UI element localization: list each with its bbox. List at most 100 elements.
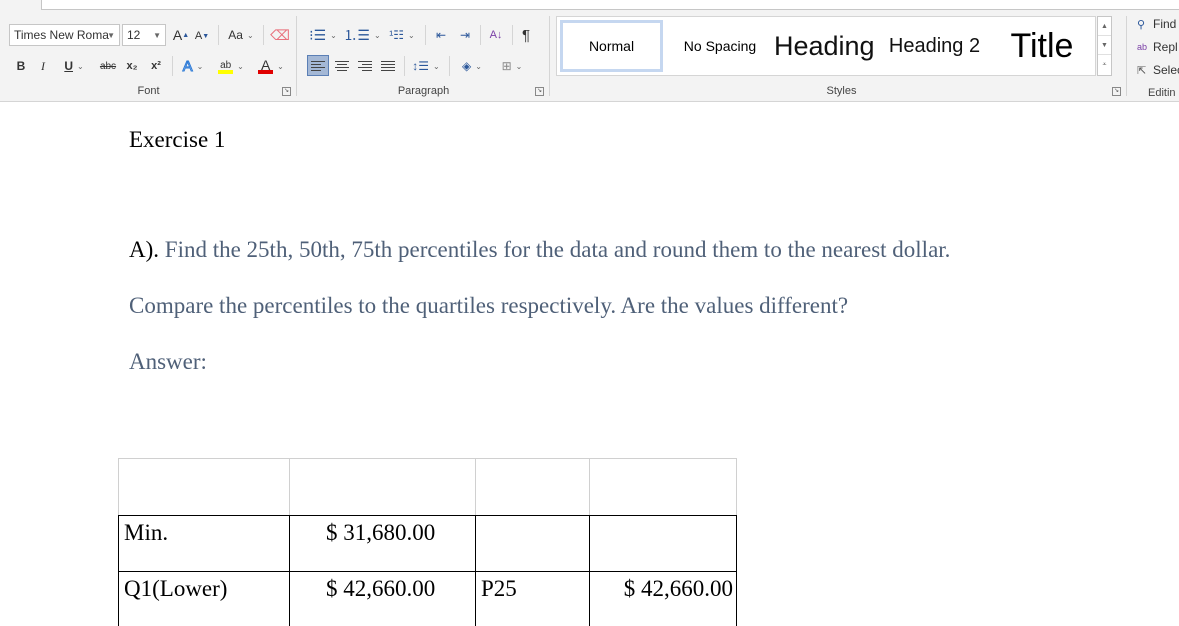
strikethrough-icon: abc xyxy=(99,60,117,72)
multilevel-list-button[interactable]: ¹☷ ⌄ xyxy=(385,24,419,46)
table-cell[interactable]: Min. xyxy=(118,515,290,572)
paragraph-group-label: Paragraph xyxy=(397,85,450,97)
tab-strip xyxy=(41,0,1179,10)
chevron-down-icon: ⌄ xyxy=(196,61,204,71)
underline-icon: U xyxy=(64,59,73,73)
subscript-icon: x₂ xyxy=(126,60,138,72)
grow-font-icon: A xyxy=(172,27,183,43)
table-cell[interactable] xyxy=(475,458,590,516)
increase-indent-icon: ⇥ xyxy=(459,28,471,42)
question-text: Find the 25th, 50th, 75th percentiles fo… xyxy=(159,237,951,262)
table-row xyxy=(118,458,737,516)
document-page[interactable]: Exercise 1 A). Find the 25th, 50th, 75th… xyxy=(0,103,1179,626)
bold-button[interactable]: B xyxy=(13,55,29,77)
chevron-down-icon: ⌄ xyxy=(237,61,244,71)
sort-button[interactable]: A↓ xyxy=(485,24,507,46)
table-cell[interactable]: $ 42,660.00 xyxy=(289,571,476,626)
table-cell[interactable] xyxy=(475,515,590,572)
table-row: Min. $ 31,680.00 xyxy=(118,515,737,572)
styles-group-label: Styles xyxy=(826,85,857,97)
styles-group: Styles ↘ xyxy=(556,14,1127,100)
editing-group-label: Editin xyxy=(1148,87,1176,99)
paragraph-group: ⁝☰ ⌄ ⒈☰ ⌄ ¹☷ ⌄ ⇤ ⇥ A↓ ¶ ↕☰ ⌄ ◈ ⌄ ⊞ ⌄ Paragraph… xyxy=(297,14,550,100)
italic-button[interactable]: I xyxy=(35,55,51,77)
clear-formatting-button[interactable]: ⌫ xyxy=(270,24,290,46)
line-spacing-icon: ↕☰ xyxy=(412,59,430,73)
line-spacing-button[interactable]: ↕☰ ⌄ xyxy=(410,55,442,77)
divider xyxy=(263,25,264,45)
justify-button[interactable] xyxy=(378,55,398,77)
grow-font-button[interactable]: A ▲ xyxy=(172,24,190,46)
chevron-down-icon: ⌄ xyxy=(76,61,84,71)
styles-dialog-launcher[interactable]: ↘ xyxy=(1112,87,1121,96)
table-cell[interactable]: Q1(Lower) xyxy=(118,571,290,626)
align-left-button[interactable] xyxy=(307,55,329,76)
table-cell[interactable]: P25 xyxy=(475,571,590,626)
numbered-list-icon: ⒈☰ xyxy=(343,27,370,43)
align-right-button[interactable] xyxy=(355,55,375,77)
divider xyxy=(512,25,513,45)
bullet-list-icon: ⁝☰ xyxy=(309,26,327,43)
table-cell[interactable] xyxy=(118,458,290,516)
find-label: Find xyxy=(1153,17,1177,31)
chevron-down-icon: ▼ xyxy=(153,30,161,40)
pilcrow-icon: ¶ xyxy=(521,26,531,44)
search-icon: ⚲ xyxy=(1137,18,1146,31)
text-effects-button[interactable]: A ⌄ xyxy=(178,55,208,77)
table-cell[interactable] xyxy=(589,515,737,572)
text-effects-icon: A xyxy=(182,57,193,75)
chevron-down-icon: ⌄ xyxy=(330,30,337,40)
subscript-button[interactable]: x₂ xyxy=(124,55,140,77)
chevron-down-icon: ⌄ xyxy=(277,61,284,71)
strikethrough-button[interactable]: abc xyxy=(96,55,120,77)
font-size-dropdown[interactable]: 12 ▼ xyxy=(122,24,166,46)
font-size-value: 12 xyxy=(127,28,141,42)
font-group-label: Font xyxy=(137,85,160,97)
bullets-button[interactable]: ⁝☰ ⌄ xyxy=(306,24,340,46)
borders-button[interactable]: ⊞ ⌄ xyxy=(495,55,529,77)
shrink-font-button[interactable]: A ▼ xyxy=(194,25,210,47)
underline-button[interactable]: U ⌄ xyxy=(60,55,88,77)
shading-button[interactable]: ◈ ⌄ xyxy=(455,55,489,77)
replace-icon: ab xyxy=(1137,42,1148,52)
font-dialog-launcher[interactable]: ↘ xyxy=(282,87,291,96)
superscript-button[interactable]: x² xyxy=(148,55,164,77)
chevron-down-icon: ⌄ xyxy=(475,61,482,71)
table-cell[interactable] xyxy=(589,458,737,516)
chevron-down-icon: ⌄ xyxy=(246,30,254,40)
cursor-icon: ⇱ xyxy=(1137,64,1147,77)
table-cell[interactable]: $ 31,680.00 xyxy=(289,515,476,572)
replace-button[interactable]: ab Repl xyxy=(1137,40,1178,54)
divider xyxy=(1126,16,1127,96)
align-left-icon xyxy=(311,59,325,73)
sort-icon: A↓ xyxy=(489,29,503,41)
numbering-button[interactable]: ⒈☰ ⌄ xyxy=(343,24,380,46)
change-case-button[interactable]: Aa ⌄ xyxy=(224,24,258,46)
show-formatting-button[interactable]: ¶ xyxy=(517,24,535,46)
decrease-indent-button[interactable]: ⇤ xyxy=(431,24,451,46)
font-color-button[interactable]: A ⌄ xyxy=(254,55,288,77)
shrink-font-icon: A xyxy=(194,30,203,42)
select-button[interactable]: ⇱ Selec xyxy=(1137,63,1179,77)
highlight-button[interactable]: ab ⌄ xyxy=(214,55,248,77)
change-case-icon: Aa xyxy=(228,28,243,42)
divider xyxy=(425,25,426,45)
align-center-button[interactable] xyxy=(332,55,352,77)
font-name-dropdown[interactable]: Times New Roma ▼ xyxy=(9,24,120,46)
divider xyxy=(218,25,219,45)
bold-icon: B xyxy=(16,59,26,73)
align-right-icon xyxy=(358,59,372,73)
find-button[interactable]: ⚲ Find xyxy=(1137,17,1176,31)
eraser-icon: ⌫ xyxy=(270,26,290,43)
chevron-down-icon: ⌄ xyxy=(515,61,523,71)
title-area xyxy=(0,0,1179,11)
highlighter-icon: ab xyxy=(218,59,234,74)
table-cell[interactable]: $ 42,660.00 xyxy=(589,571,737,626)
increase-indent-button[interactable]: ⇥ xyxy=(455,24,475,46)
paragraph-dialog-launcher[interactable]: ↘ xyxy=(535,87,544,96)
question-lead: A). xyxy=(129,237,160,262)
divider xyxy=(549,16,550,96)
table-cell[interactable] xyxy=(289,458,476,516)
borders-icon: ⊞ xyxy=(501,59,512,73)
align-center-icon xyxy=(335,59,349,73)
